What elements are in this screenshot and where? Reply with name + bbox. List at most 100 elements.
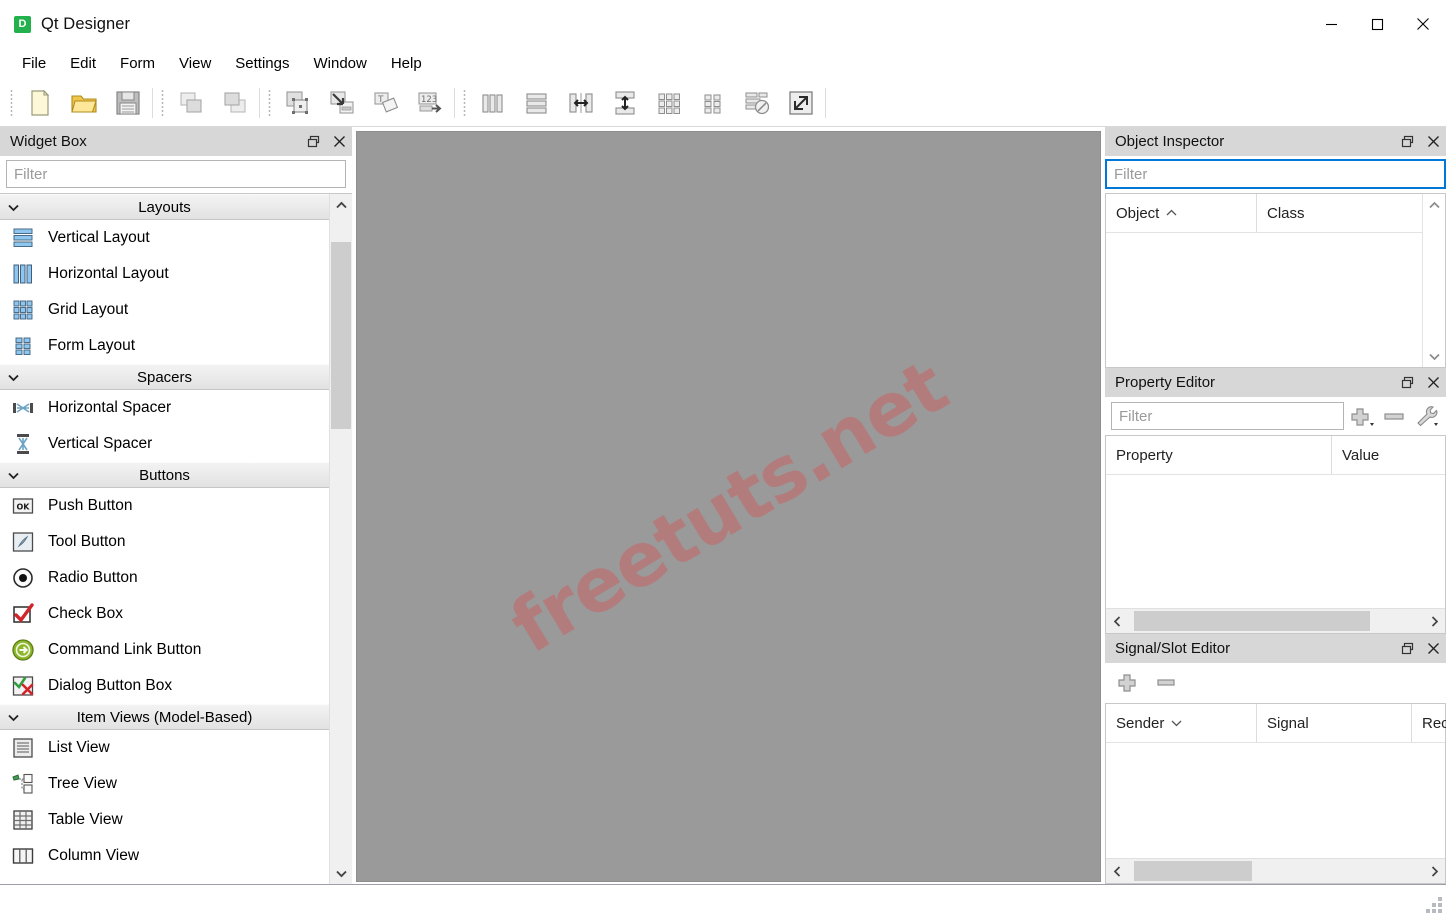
widget-item-radio-button[interactable]: Radio Button [0, 560, 329, 596]
resize-grip-icon[interactable] [1424, 895, 1442, 913]
widget-item-tool-button[interactable]: Tool Button [0, 524, 329, 560]
remove-property-button[interactable] [1382, 401, 1408, 431]
toolbar-drag-handle-4[interactable] [460, 87, 468, 118]
add-property-button[interactable] [1350, 401, 1376, 431]
scrollbar-thumb[interactable] [331, 241, 351, 430]
layout-vertically-button[interactable] [515, 83, 559, 123]
layout-splitter-horizontal-button[interactable] [559, 83, 603, 123]
edit-widgets-button[interactable] [276, 83, 320, 123]
scroll-up-icon[interactable] [1423, 194, 1445, 216]
menu-settings[interactable]: Settings [223, 51, 301, 76]
signal-slot-editor-hscrollbar[interactable] [1106, 858, 1445, 883]
widget-box-category-spacers[interactable]: Spacers [0, 364, 329, 390]
hscrollbar-thumb[interactable] [1133, 611, 1370, 631]
scroll-right-icon[interactable] [1423, 609, 1445, 633]
widget-item-tree-view[interactable]: Tree View [0, 766, 329, 802]
edit-tab-order-button[interactable]: 123 [408, 83, 452, 123]
widget-item-horizontal-layout[interactable]: Horizontal Layout [0, 256, 329, 292]
object-inspector-rows[interactable] [1106, 233, 1422, 367]
widget-item-table-view[interactable]: Table View [0, 802, 329, 838]
object-inspector-scrollbar[interactable] [1422, 194, 1445, 367]
widget-item-dialog-button-box[interactable]: Dialog Button Box [0, 668, 329, 704]
property-editor-float-button[interactable] [1394, 368, 1420, 397]
menu-edit[interactable]: Edit [58, 51, 108, 76]
property-editor-filter-input[interactable] [1111, 402, 1344, 430]
widget-box-category-buttons[interactable]: Buttons [0, 462, 329, 488]
column-header-sender[interactable]: Sender [1106, 704, 1256, 742]
signal-slot-editor-float-button[interactable] [1394, 634, 1420, 663]
column-header-object[interactable]: Object [1106, 194, 1256, 232]
scrollbar-track[interactable] [330, 216, 352, 862]
form-canvas[interactable]: freetuts.net [356, 131, 1101, 882]
widget-item-command-link-button[interactable]: Command Link Button [0, 632, 329, 668]
toolbar-drag-handle-2[interactable] [158, 87, 166, 118]
column-header-class[interactable]: Class [1256, 194, 1422, 232]
object-inspector-close-button[interactable] [1420, 127, 1446, 156]
widget-item-list-view[interactable]: List View [0, 730, 329, 766]
layout-splitter-vertical-button[interactable] [603, 83, 647, 123]
adjust-size-button[interactable] [779, 83, 823, 123]
property-editor-rows[interactable] [1106, 475, 1445, 608]
category-label: Layouts [138, 198, 191, 216]
maximize-button[interactable] [1354, 0, 1400, 48]
toolbar-drag-handle[interactable] [7, 87, 15, 118]
edit-signals-slots-button[interactable] [320, 83, 364, 123]
menu-window[interactable]: Window [301, 51, 378, 76]
signal-slot-editor-rows[interactable] [1106, 743, 1445, 858]
widget-item-push-button[interactable]: OK Push Button [0, 488, 329, 524]
save-form-button[interactable] [106, 83, 150, 123]
hscrollbar-thumb[interactable] [1133, 861, 1252, 881]
widget-item-label: Horizontal Spacer [48, 399, 172, 416]
widget-box-category-item-views[interactable]: Item Views (Model-Based) [0, 704, 329, 730]
minimize-button[interactable] [1308, 0, 1354, 48]
hscrollbar-track[interactable] [1128, 609, 1423, 633]
object-inspector-float-button[interactable] [1394, 127, 1420, 156]
widget-box-float-button[interactable] [300, 127, 326, 156]
redo-button[interactable] [213, 83, 257, 123]
close-button[interactable] [1400, 0, 1446, 48]
widget-item-column-view[interactable]: Column View [0, 838, 329, 874]
property-editor-hscrollbar[interactable] [1106, 608, 1445, 633]
widget-item-check-box[interactable]: Check Box [0, 596, 329, 632]
edit-buddies-button[interactable]: T [364, 83, 408, 123]
widget-box-category-layouts[interactable]: Layouts [0, 194, 329, 220]
toolbar-drag-handle-3[interactable] [265, 87, 273, 118]
widget-item-grid-layout[interactable]: Grid Layout [0, 292, 329, 328]
layout-grid-button[interactable] [647, 83, 691, 123]
signal-slot-editor-close-button[interactable] [1420, 634, 1446, 663]
scroll-right-icon[interactable] [1423, 859, 1445, 883]
property-editor-close-button[interactable] [1420, 368, 1446, 397]
column-header-receiver[interactable]: Rec [1411, 704, 1446, 742]
scroll-down-icon[interactable] [1423, 345, 1445, 367]
layout-form-button[interactable] [691, 83, 735, 123]
widget-item-form-layout[interactable]: Form Layout [0, 328, 329, 364]
widget-box-scrollbar[interactable] [329, 194, 352, 884]
remove-connection-button[interactable] [1151, 668, 1185, 698]
scroll-down-icon[interactable] [330, 862, 352, 884]
widget-item-horizontal-spacer[interactable]: Horizontal Spacer [0, 390, 329, 426]
open-form-button[interactable] [62, 83, 106, 123]
column-header-property[interactable]: Property [1106, 436, 1331, 474]
widget-box-filter-input[interactable] [6, 160, 346, 188]
column-header-signal[interactable]: Signal [1256, 704, 1411, 742]
property-editor-header: Property Value [1106, 436, 1445, 475]
menu-view[interactable]: View [167, 51, 223, 76]
menu-form[interactable]: Form [108, 51, 167, 76]
column-header-value[interactable]: Value [1331, 436, 1445, 474]
menu-file[interactable]: File [10, 51, 58, 76]
scroll-left-icon[interactable] [1106, 859, 1128, 883]
widget-item-vertical-spacer[interactable]: Vertical Spacer [0, 426, 329, 462]
hscrollbar-track[interactable] [1128, 859, 1423, 883]
add-connection-button[interactable] [1113, 668, 1147, 698]
break-layout-button[interactable] [735, 83, 779, 123]
menu-help[interactable]: Help [379, 51, 434, 76]
widget-box-close-button[interactable] [326, 127, 352, 156]
layout-horizontally-button[interactable] [471, 83, 515, 123]
configure-property-editor-button[interactable] [1414, 401, 1440, 431]
scroll-up-icon[interactable] [330, 194, 352, 216]
undo-button[interactable] [169, 83, 213, 123]
scroll-left-icon[interactable] [1106, 609, 1128, 633]
new-form-button[interactable] [18, 83, 62, 123]
widget-item-vertical-layout[interactable]: Vertical Layout [0, 220, 329, 256]
object-inspector-filter-input[interactable] [1105, 159, 1446, 189]
